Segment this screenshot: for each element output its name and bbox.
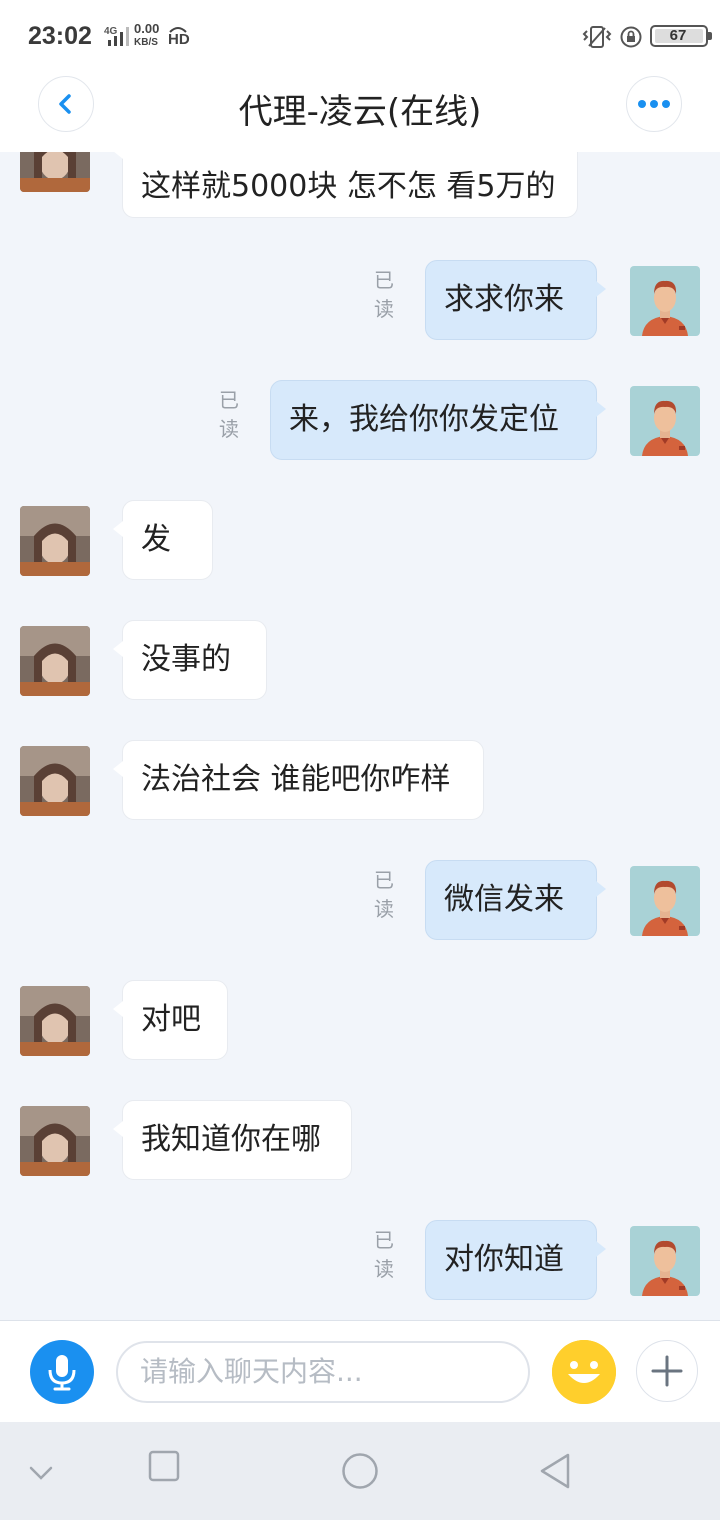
read-status: 已读 bbox=[374, 1228, 394, 1281]
signal-icon bbox=[108, 27, 129, 46]
battery-icon: 67 bbox=[650, 25, 712, 47]
contact-photo bbox=[20, 986, 90, 1056]
message-bubble[interactable]: 没事的 bbox=[113, 620, 267, 700]
speed-unit: KB/S bbox=[134, 37, 158, 48]
message-text: 发 bbox=[141, 522, 171, 557]
message-text: 这样就5000块 怎不怎 看5万的 bbox=[141, 169, 556, 204]
battery-level: 67 bbox=[669, 27, 687, 44]
user-avatar[interactable] bbox=[630, 386, 700, 456]
message-text: 没事的 bbox=[141, 642, 231, 677]
more-options-button[interactable] bbox=[626, 76, 682, 132]
contact-avatar[interactable] bbox=[20, 152, 90, 192]
collapse-chevron-icon[interactable] bbox=[28, 1464, 54, 1484]
message-bubble[interactable]: 微信发来 bbox=[425, 860, 606, 940]
message-bubble[interactable]: 对吧 bbox=[113, 980, 228, 1060]
user-avatar-illustration bbox=[630, 266, 700, 336]
back-triangle-icon[interactable] bbox=[538, 1452, 572, 1490]
more-dots-icon bbox=[638, 100, 670, 108]
contact-photo bbox=[20, 506, 90, 576]
system-nav-bar bbox=[0, 1422, 720, 1520]
wifi-call-icon bbox=[169, 27, 187, 33]
recent-apps-icon[interactable] bbox=[148, 1450, 180, 1482]
message-text: 法治社会 谁能吧你咋样 bbox=[141, 762, 451, 797]
message-list[interactable]: 这样就5000块 怎不怎 看5万的 已读 求求你来 已读 来，我给你你发定位 发… bbox=[0, 152, 720, 1320]
emoji-button[interactable] bbox=[552, 1340, 616, 1404]
contact-photo bbox=[20, 626, 90, 696]
vibrate-icon bbox=[582, 26, 612, 48]
message-bubble[interactable]: 这样就5000块 怎不怎 看5万的 bbox=[113, 152, 578, 218]
contact-photo bbox=[20, 1106, 90, 1176]
message-bubble[interactable]: 发 bbox=[113, 500, 213, 580]
message-text: 来，我给你你发定位 bbox=[289, 402, 559, 437]
message-text: 微信发来 bbox=[444, 882, 564, 917]
message-input[interactable]: 请输入聊天内容... bbox=[116, 1341, 530, 1403]
status-bar: 23:02 4G 0.00 KB/S HD 67 bbox=[0, 0, 720, 72]
message-bubble[interactable]: 来，我给你你发定位 bbox=[270, 380, 606, 460]
plus-icon bbox=[651, 1355, 683, 1387]
home-icon[interactable] bbox=[341, 1452, 379, 1490]
network-speed: 0.00 KB/S bbox=[134, 21, 160, 49]
contact-avatar[interactable] bbox=[20, 626, 90, 696]
message-bubble[interactable]: 法治社会 谁能吧你咋样 bbox=[113, 740, 484, 820]
read-status: 已读 bbox=[219, 388, 239, 441]
rotation-lock-icon bbox=[620, 26, 642, 48]
contact-avatar[interactable] bbox=[20, 746, 90, 816]
user-avatar[interactable] bbox=[630, 866, 700, 936]
message-bubble[interactable]: 求求你来 bbox=[425, 260, 606, 340]
message-text: 求求你来 bbox=[444, 282, 564, 317]
read-status: 已读 bbox=[374, 868, 394, 921]
more-actions-button[interactable] bbox=[636, 1340, 698, 1402]
user-avatar-illustration bbox=[630, 866, 700, 936]
contact-avatar[interactable] bbox=[20, 506, 90, 576]
user-avatar[interactable] bbox=[630, 266, 700, 336]
chat-input-bar: 请输入聊天内容... bbox=[0, 1320, 720, 1422]
speed-value: 0.00 bbox=[134, 21, 160, 36]
message-text: 对你知道 bbox=[444, 1242, 564, 1277]
status-time: 23:02 bbox=[28, 22, 92, 50]
contact-photo bbox=[20, 152, 90, 192]
microphone-icon bbox=[48, 1355, 76, 1391]
contact-avatar[interactable] bbox=[20, 986, 90, 1056]
voice-input-button[interactable] bbox=[30, 1340, 94, 1404]
contact-photo bbox=[20, 746, 90, 816]
contact-avatar[interactable] bbox=[20, 1106, 90, 1176]
chat-header: 代理-凌云(在线) bbox=[0, 72, 720, 152]
message-bubble[interactable]: 我知道你在哪 bbox=[113, 1100, 352, 1180]
user-avatar[interactable] bbox=[630, 1226, 700, 1296]
user-avatar-illustration bbox=[630, 386, 700, 456]
message-bubble[interactable]: 对你知道 bbox=[425, 1220, 606, 1300]
message-text: 对吧 bbox=[141, 1002, 201, 1037]
user-avatar-illustration bbox=[630, 1226, 700, 1296]
message-text: 我知道你在哪 bbox=[141, 1122, 321, 1157]
chat-title: 代理-凌云(在线) bbox=[238, 92, 482, 132]
smiley-face-icon bbox=[552, 1340, 616, 1404]
read-status: 已读 bbox=[374, 268, 394, 321]
